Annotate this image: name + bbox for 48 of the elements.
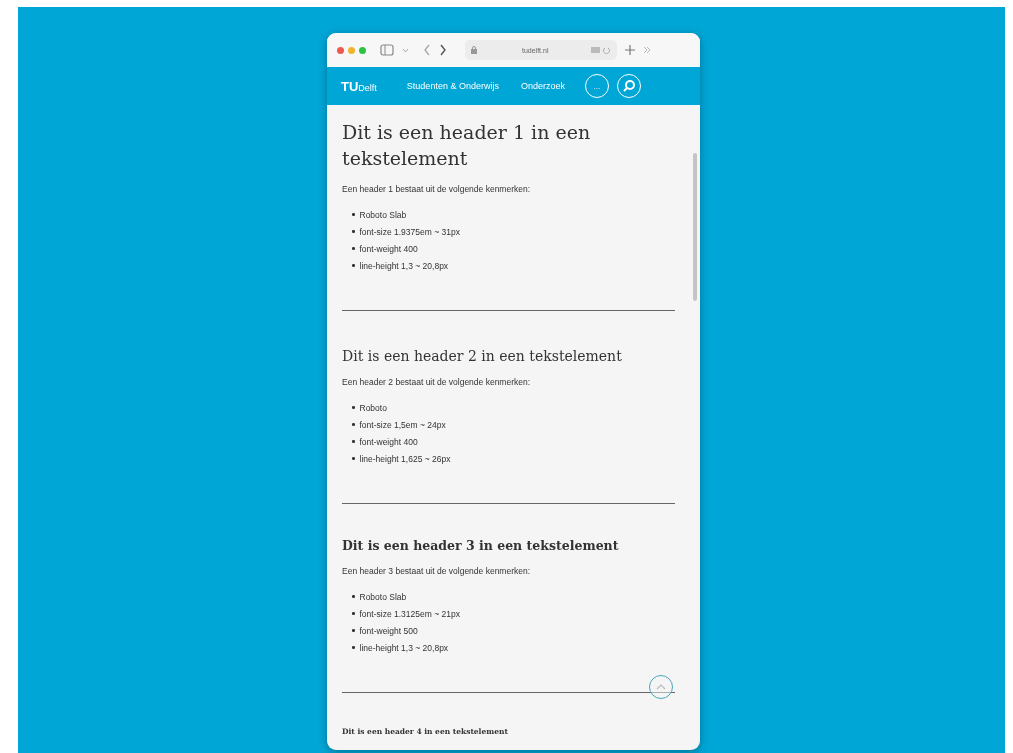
list-item: line-height 1,3 ~ 20,8px	[359, 260, 449, 271]
list-item: font-weight 400	[359, 436, 418, 447]
list-item: font-size 1,5em ~ 24px	[359, 419, 446, 430]
search-icon	[621, 79, 636, 93]
intro-text: Een header 3 bestaat uit de volgende kenmerken:	[342, 566, 532, 576]
bullet-dot	[352, 247, 355, 250]
list-item: font-size 1.9375em ~ 31px	[359, 226, 460, 237]
caret-icon[interactable]	[402, 47, 409, 53]
more-tabs-icon[interactable]	[643, 46, 651, 54]
list-item: Roboto Slab	[359, 209, 407, 220]
bullet-dot	[352, 595, 355, 598]
nav-link[interactable]: Studenten & Onderwijs	[406, 81, 499, 91]
bullet-dot	[352, 612, 355, 615]
minimize-dot[interactable]	[348, 46, 355, 54]
bullet-dot	[352, 423, 355, 426]
reload-icon[interactable]	[591, 46, 611, 54]
caret-up-icon	[656, 684, 666, 690]
bullet-dot	[352, 213, 355, 216]
new-tab-icon[interactable]	[625, 45, 635, 55]
forward-icon[interactable]	[439, 44, 447, 56]
bullet-dot	[352, 406, 355, 409]
intro-text: Een header 2 bestaat uit de volgende kenmerken:	[342, 377, 532, 387]
bullet-dot	[352, 264, 355, 267]
bullet-dot	[352, 440, 355, 443]
section-heading: Dit is een header 1 in een tekstelement	[342, 120, 592, 171]
scrollbar-thumb[interactable]	[693, 153, 697, 301]
list-item: line-height 1,3 ~ 20,8px	[359, 642, 449, 653]
logo[interactable]: TUDelft	[341, 78, 377, 94]
section-heading: Dit is een header 3 in een tekstelement	[342, 537, 620, 553]
list-item: font-weight 500	[359, 625, 418, 636]
list-item: Roboto	[359, 402, 387, 413]
bullet-dot	[352, 646, 355, 649]
nav-link[interactable]: Onderzoek	[520, 81, 565, 91]
sidebar-icon[interactable]	[380, 44, 394, 56]
close-dot[interactable]	[337, 46, 344, 54]
lock-icon	[471, 46, 477, 54]
bullet-dot	[352, 457, 355, 460]
zoom-dot[interactable]	[359, 46, 366, 54]
section-heading: Dit is een header 2 in een tekstelement	[342, 347, 623, 364]
scroll-to-top-button[interactable]	[649, 675, 673, 699]
list-item: Roboto Slab	[359, 591, 407, 602]
bullet-dot	[352, 629, 355, 632]
list-item: font-weight 400	[359, 243, 418, 254]
list-item: line-height 1,625 ~ 26px	[359, 453, 451, 464]
bullet-dot	[352, 230, 355, 233]
list-item: font-size 1.3125em ~ 21px	[359, 608, 460, 619]
intro-text: Een header 1 bestaat uit de volgende kenmerken:	[342, 184, 532, 194]
back-icon[interactable]	[423, 44, 431, 56]
